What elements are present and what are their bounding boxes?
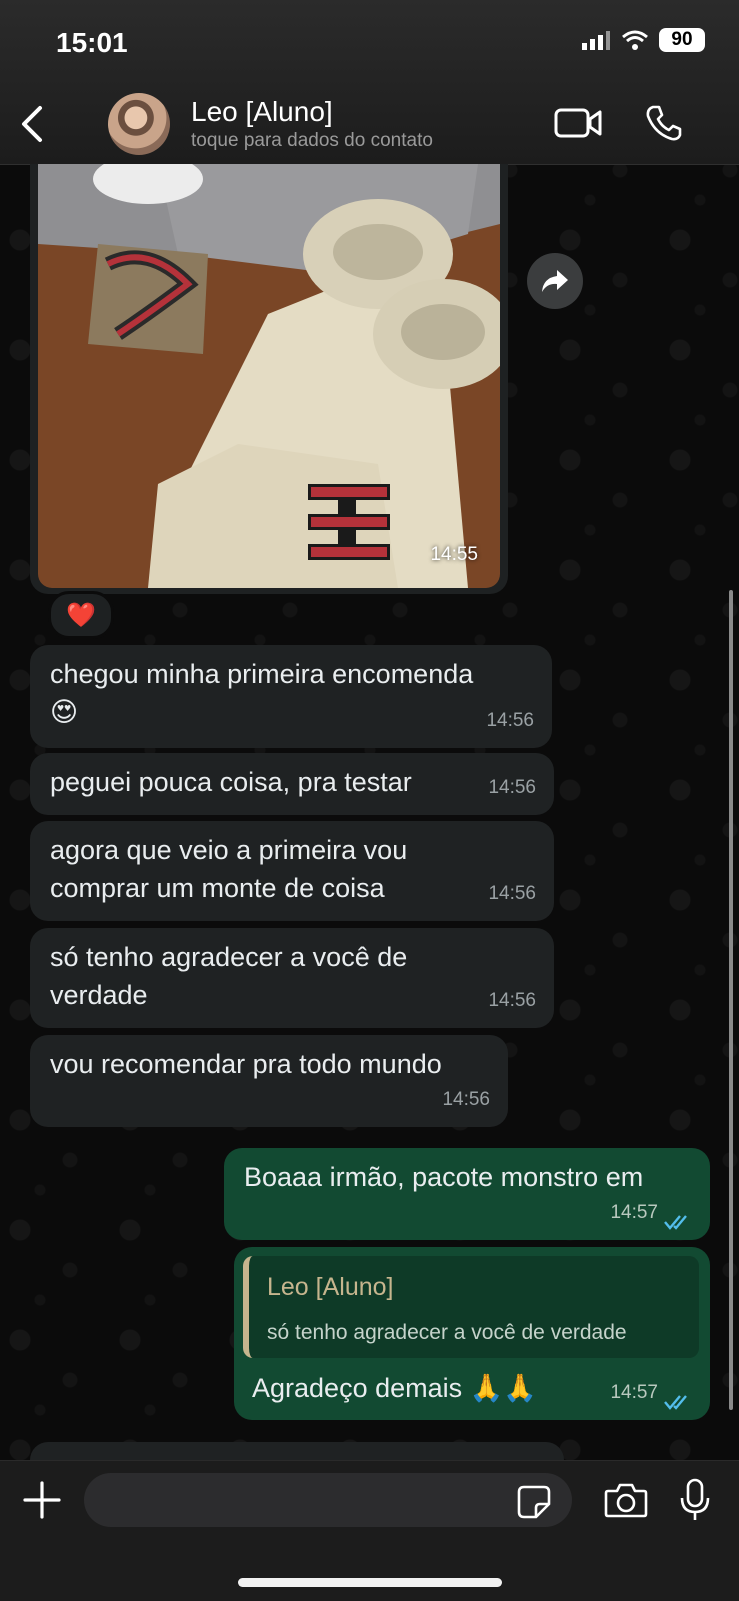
message-time: 14:56	[486, 710, 534, 731]
read-ticks-icon	[664, 1215, 687, 1230]
contact-subtitle[interactable]: toque para dados do contato	[191, 130, 433, 152]
message-input[interactable]	[84, 1473, 572, 1527]
contact-avatar[interactable]	[108, 93, 170, 155]
reaction-badge[interactable]: ❤️	[48, 591, 114, 639]
home-indicator	[238, 1578, 502, 1587]
message-time: 14:57	[610, 1382, 658, 1403]
mic-icon[interactable]	[678, 1478, 712, 1522]
sticker-icon[interactable]	[516, 1484, 552, 1520]
message-bubble[interactable]: agora que veio a primeira vou comprar um…	[30, 821, 554, 921]
quoted-sender: Leo [Aluno]	[267, 1273, 394, 1301]
back-icon[interactable]	[18, 104, 48, 144]
status-icons: 90	[581, 28, 705, 52]
status-time: 15:01	[56, 27, 128, 58]
battery-indicator: 90	[659, 28, 705, 52]
message-bubble[interactable]: peguei pouca coisa, pra testar 14:56	[30, 753, 554, 815]
message-text: só tenho agradecer a você de verdade	[50, 942, 408, 1010]
quoted-message[interactable]: Leo [Aluno] só tenho agradecer a você de…	[243, 1256, 699, 1358]
message-time: 14:56	[488, 883, 536, 904]
message-emoji: 😍	[50, 697, 79, 727]
message-text: chegou minha primeira encomenda	[50, 659, 474, 689]
camera-icon[interactable]	[604, 1482, 648, 1518]
plus-icon[interactable]	[22, 1480, 62, 1520]
reply-message-bubble[interactable]: Leo [Aluno] só tenho agradecer a você de…	[234, 1247, 710, 1420]
wifi-icon	[622, 30, 648, 50]
chat-header: 15:01 90 Leo [Aluno] toque para dados do…	[0, 0, 739, 165]
message-text: Agradeço demais 🙏🙏	[252, 1373, 537, 1403]
message-text: vou recomendar pra todo mundo	[50, 1049, 442, 1079]
phone-icon[interactable]	[645, 104, 683, 142]
forward-button[interactable]	[527, 253, 583, 309]
message-time: 14:56	[442, 1089, 490, 1110]
message-bubble[interactable]: só tenho agradecer a você de verdade 14:…	[30, 928, 554, 1028]
message-time: 14:57	[610, 1202, 658, 1223]
photo-illustration	[38, 164, 500, 588]
message-time: 14:56	[488, 777, 536, 798]
forward-icon	[542, 270, 568, 292]
video-call-icon[interactable]	[554, 106, 602, 140]
quoted-text: só tenho agradecer a você de verdade	[267, 1321, 627, 1344]
message-photo[interactable]: 14:55	[38, 164, 500, 588]
message-time: 14:55	[430, 544, 478, 565]
message-text: agora que veio a primeira vou comprar um…	[50, 835, 408, 903]
message-text: Boaaa irmão, pacote monstro em	[244, 1162, 644, 1192]
message-text: peguei pouca coisa, pra testar	[50, 767, 412, 797]
scrollbar[interactable]	[729, 590, 733, 1410]
contact-name[interactable]: Leo [Aluno]	[191, 96, 333, 128]
message-bubble[interactable]: Boaaa irmão, pacote monstro em 14:57	[224, 1148, 710, 1240]
signal-icon	[582, 31, 610, 50]
read-ticks-icon	[664, 1395, 687, 1410]
message-bubble[interactable]: vou recomendar pra todo mundo 14:56	[30, 1035, 508, 1127]
message-time: 14:56	[488, 990, 536, 1011]
image-message[interactable]: 14:55	[30, 164, 508, 594]
message-bubble[interactable]: chegou minha primeira encomenda 😍 14:56	[30, 645, 552, 748]
